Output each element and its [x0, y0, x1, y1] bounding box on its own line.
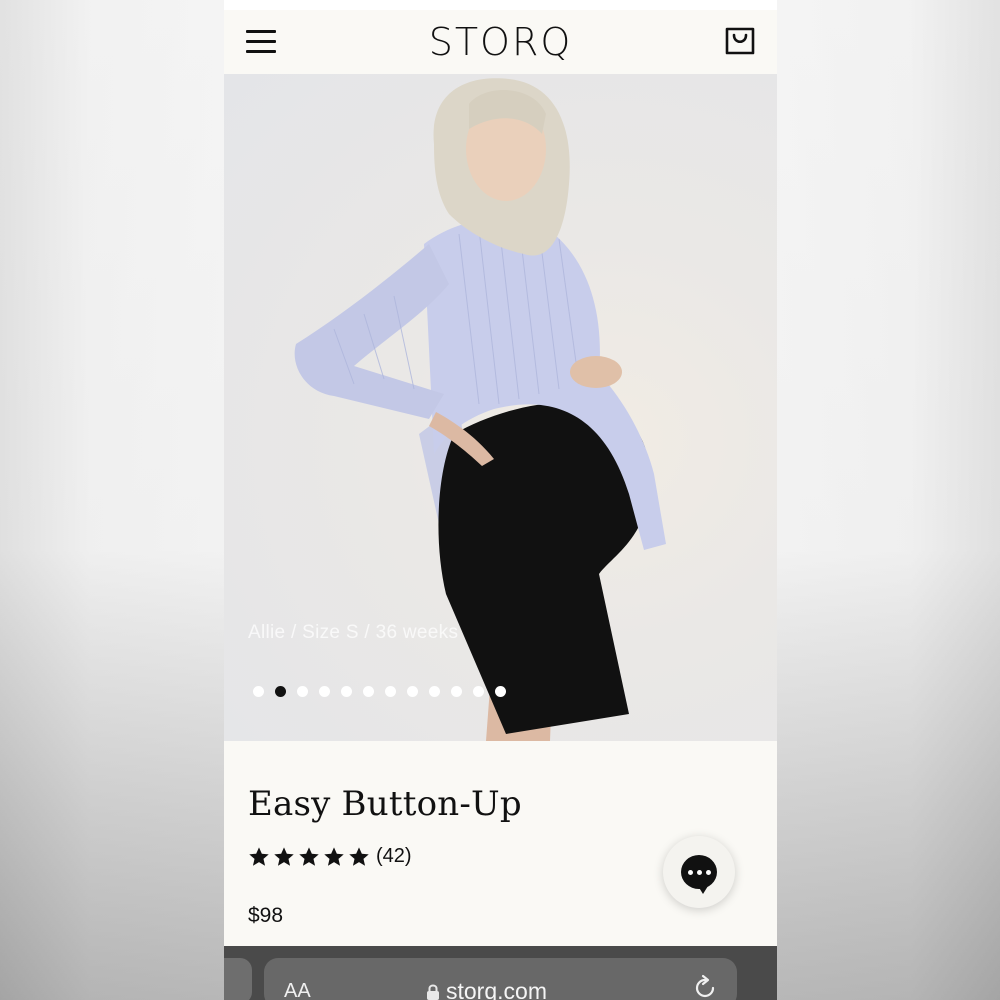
lock-icon [427, 984, 439, 1000]
status-strip [224, 0, 777, 10]
carousel-dot[interactable] [253, 686, 264, 697]
previous-tab[interactable] [224, 958, 252, 1000]
review-count: (42) [376, 845, 412, 867]
url-text: storq.com [446, 978, 547, 1000]
star-icon [349, 846, 369, 866]
site-header: STORQ [224, 10, 777, 74]
browser-toolbar: AA storq.com [224, 946, 777, 1000]
product-image-carousel[interactable]: Allie / Size S / 36 weeks [224, 74, 777, 741]
carousel-dot[interactable] [429, 686, 440, 697]
carousel-dot[interactable] [407, 686, 418, 697]
model-caption: Allie / Size S / 36 weeks [248, 622, 459, 643]
reload-icon[interactable] [691, 974, 719, 1000]
phone-screen: STORQ Allie / Size S / 36 weeks Easy But… [224, 0, 777, 1000]
carousel-dot[interactable] [319, 686, 330, 697]
star-icon [249, 846, 269, 866]
chat-button[interactable] [663, 836, 735, 908]
carousel-dot[interactable] [341, 686, 352, 697]
chat-bubble-icon [681, 855, 717, 894]
product-price: $98 [248, 904, 284, 927]
star-icon [324, 846, 344, 866]
carousel-dot-active[interactable] [275, 686, 286, 697]
star-icon [299, 846, 319, 866]
blurred-background-right [777, 0, 1000, 1000]
shopping-bag-icon[interactable] [723, 24, 757, 58]
carousel-pagination [253, 686, 506, 698]
address-bar[interactable]: AA storq.com [264, 958, 737, 1000]
carousel-dot[interactable] [473, 686, 484, 697]
brand-logo[interactable]: STORQ [224, 20, 777, 64]
carousel-dot[interactable] [385, 686, 396, 697]
url-display[interactable]: storq.com [426, 978, 547, 1000]
product-title: Easy Button-Up [248, 784, 522, 824]
carousel-dot[interactable] [451, 686, 462, 697]
carousel-dot[interactable] [297, 686, 308, 697]
text-size-button[interactable]: AA [284, 980, 311, 1000]
product-rating[interactable]: (42) [248, 845, 412, 868]
star-icon [274, 846, 294, 866]
rating-stars [248, 846, 370, 868]
carousel-dot[interactable] [495, 686, 506, 697]
carousel-dot[interactable] [363, 686, 374, 697]
blurred-background-left [0, 0, 224, 1000]
